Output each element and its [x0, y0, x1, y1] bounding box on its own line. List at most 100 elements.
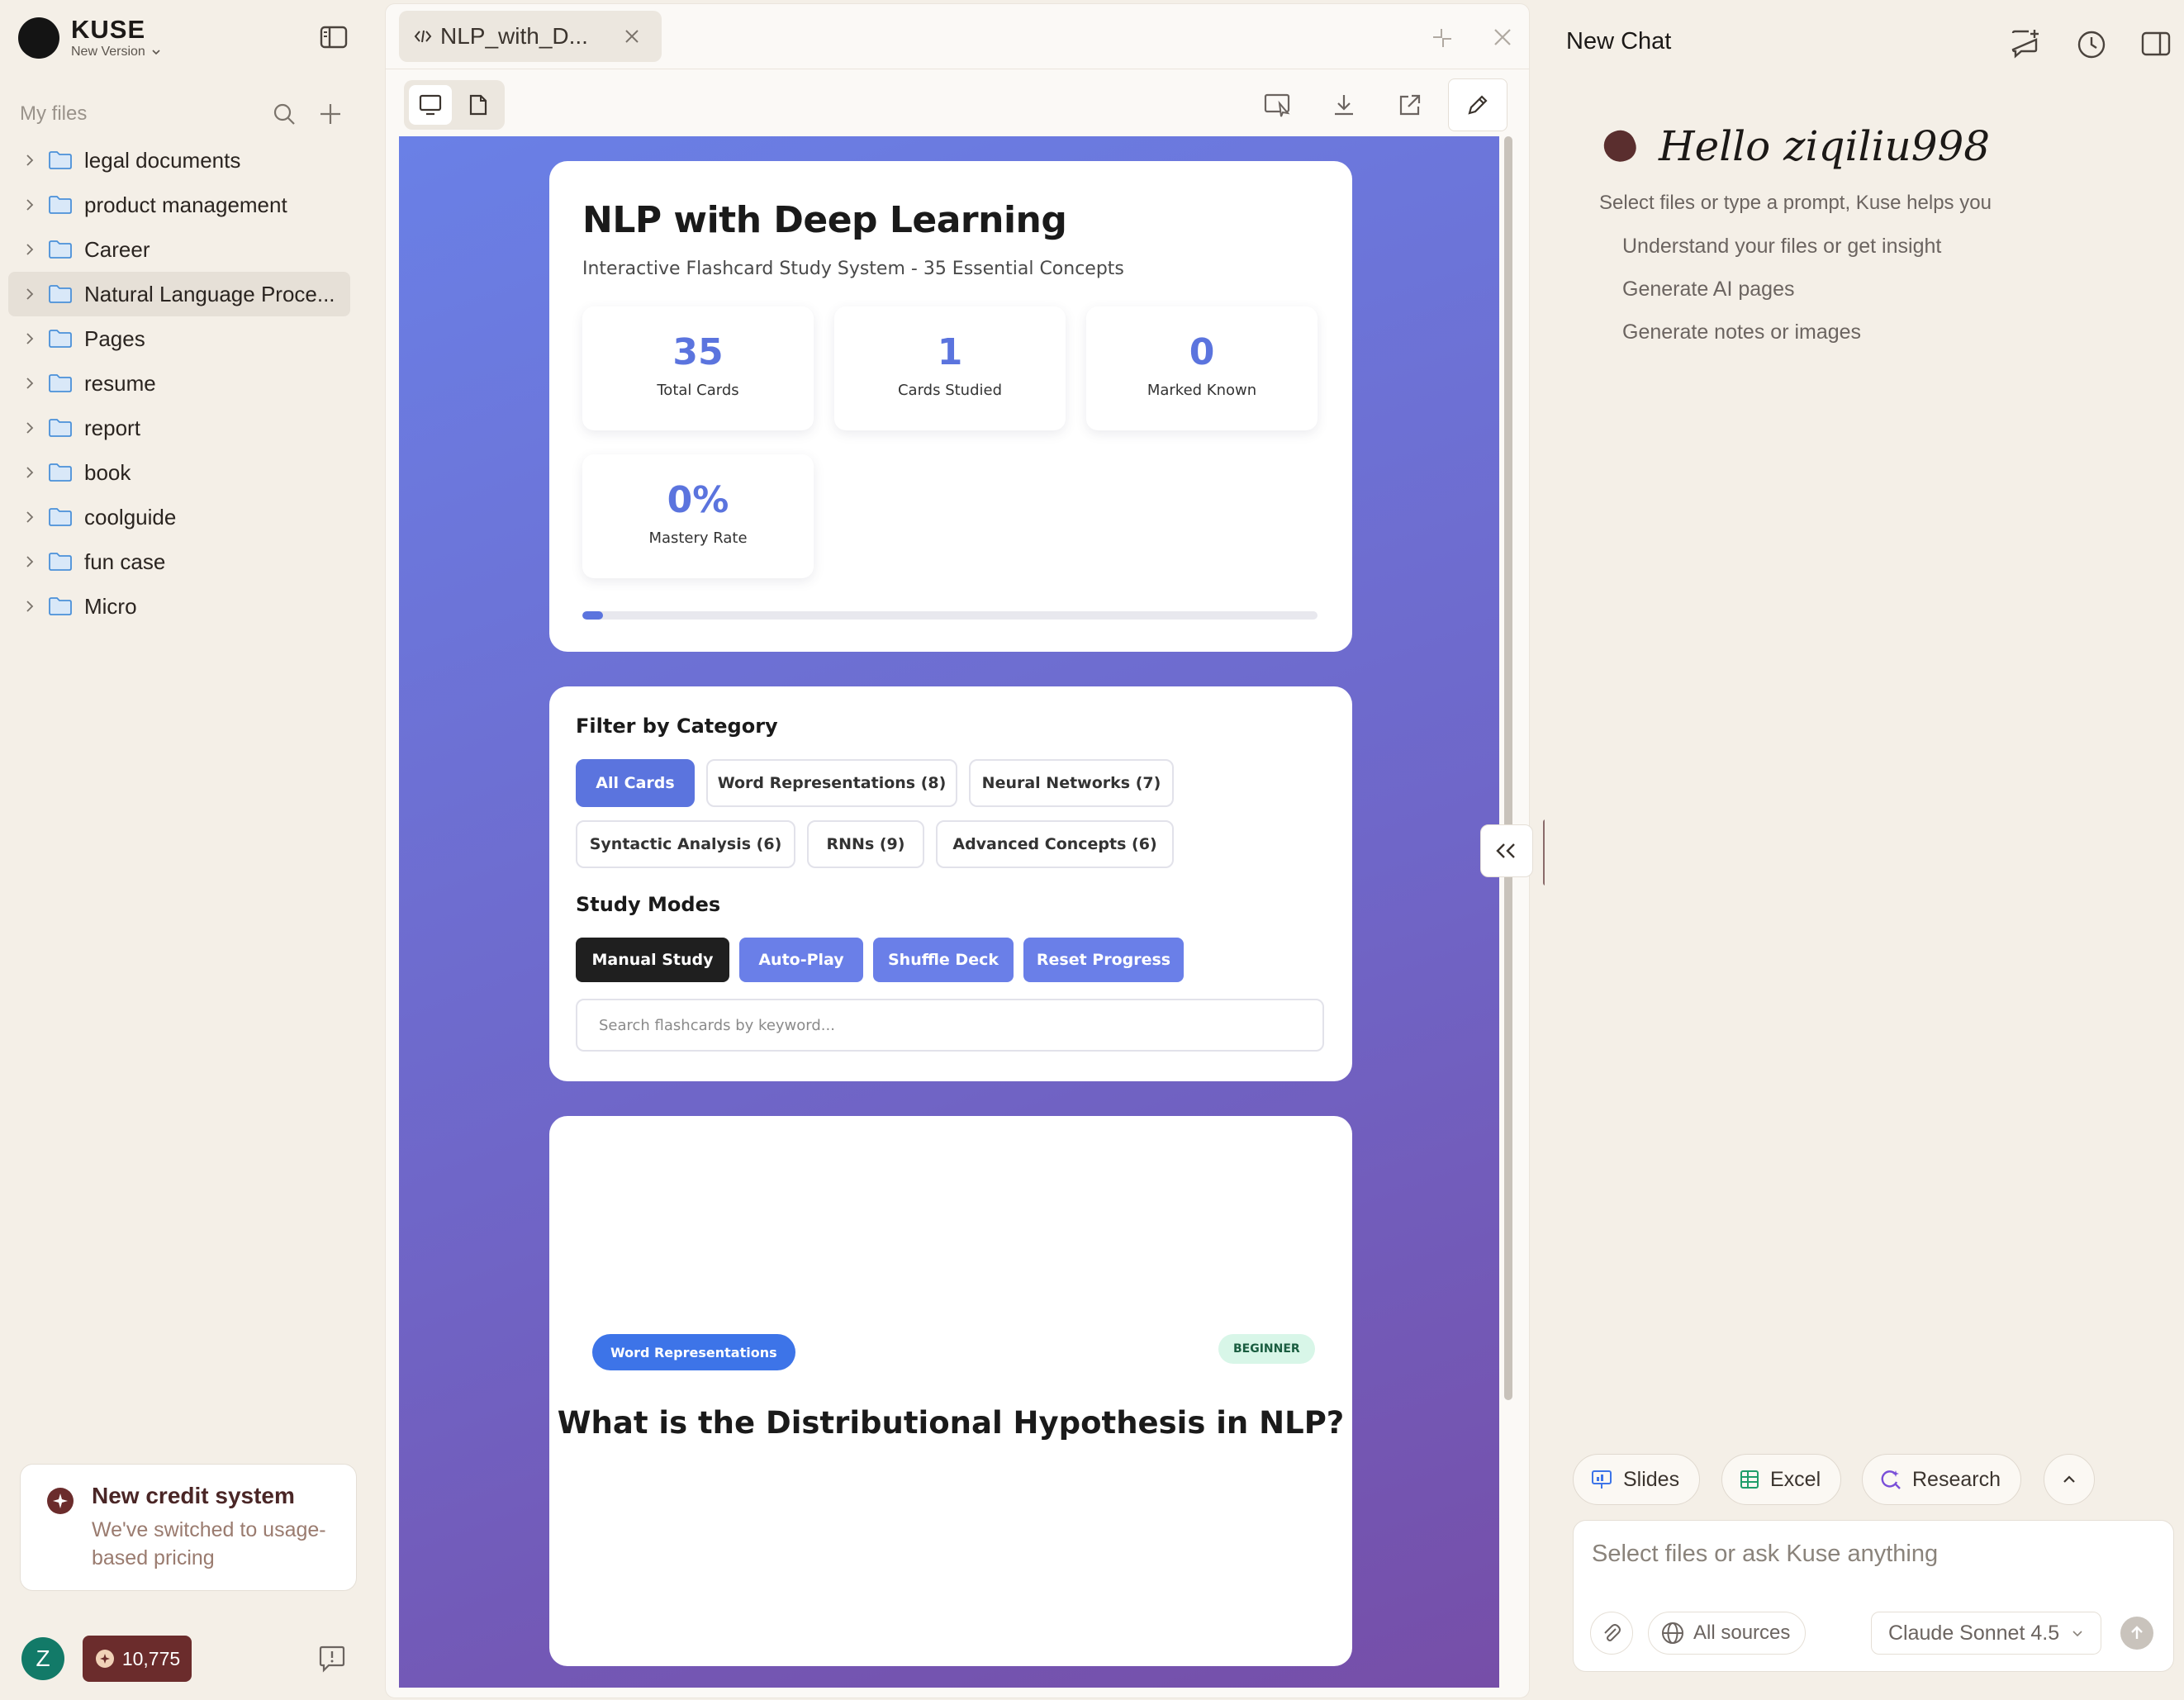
- stat-label: Mastery Rate: [648, 529, 748, 547]
- close-panel-icon[interactable]: [1491, 26, 1514, 49]
- chevron-down-icon: [2072, 1631, 2082, 1637]
- minimize-icon[interactable]: [1430, 26, 1455, 50]
- shuffle-deck-button[interactable]: Shuffle Deck: [873, 938, 1014, 982]
- model-selector[interactable]: Claude Sonnet 4.5: [1871, 1612, 2102, 1655]
- select-element-icon[interactable]: [1260, 87, 1296, 123]
- excel-button[interactable]: Excel: [1721, 1454, 1842, 1505]
- credit-icon: [47, 1488, 74, 1514]
- folder-item[interactable]: Career: [8, 227, 350, 272]
- folder-icon: [49, 240, 72, 259]
- feedback-icon[interactable]: [317, 1645, 347, 1674]
- attach-icon[interactable]: [1590, 1612, 1633, 1655]
- sources-selector[interactable]: All sources: [1648, 1612, 1807, 1655]
- study-modes-title: Study Modes: [576, 893, 721, 916]
- desktop-view-icon[interactable]: [409, 85, 452, 125]
- filter-all-cards[interactable]: All Cards: [576, 759, 695, 807]
- folder-item[interactable]: product management: [8, 183, 350, 227]
- history-icon[interactable]: [2075, 28, 2108, 61]
- page-title: NLP with Deep Learning: [582, 199, 1067, 241]
- files-header: My files: [20, 99, 350, 129]
- stat-cards-studied: 1 Cards Studied: [834, 306, 1066, 430]
- new-chat-icon[interactable]: [2009, 28, 2042, 61]
- chevron-right-icon: [26, 244, 34, 255]
- version-selector[interactable]: New Version: [71, 45, 162, 59]
- research-icon: [1881, 1470, 1901, 1489]
- suggestion-notes-images[interactable]: Generate notes or images: [1622, 321, 1861, 344]
- folder-item[interactable]: fun case: [8, 539, 350, 584]
- sources-label: All sources: [1693, 1622, 1791, 1644]
- greeting: Hello ziqiliu998: [1599, 122, 1990, 170]
- close-icon[interactable]: [622, 26, 642, 46]
- flashcard[interactable]: Word Representations BEGINNER What is th…: [549, 1116, 1352, 1666]
- progress-fill: [582, 611, 603, 620]
- credit-notice[interactable]: New credit system We've switched to usag…: [20, 1464, 357, 1591]
- folder-icon: [49, 285, 72, 303]
- panel-toggle-icon[interactable]: [2139, 28, 2172, 61]
- sidebar-toggle-icon[interactable]: [319, 25, 349, 50]
- kuse-mark-icon: [1599, 126, 1640, 167]
- credit-coin-icon: [95, 1650, 114, 1668]
- open-external-icon[interactable]: [1392, 87, 1428, 123]
- folder-item-active[interactable]: Natural Language Proce...: [8, 272, 350, 316]
- folder-item[interactable]: Micro: [8, 584, 350, 629]
- filter-card: Filter by Category All Cards Word Repres…: [549, 686, 1352, 1081]
- chevron-right-icon: [26, 601, 34, 612]
- progress-bar: [582, 611, 1318, 620]
- chevron-right-icon: [26, 467, 34, 478]
- chat-panel: New Chat Hello ziqiliu998 Select files o…: [1545, 0, 2184, 1700]
- flashcard-search-input[interactable]: [576, 999, 1324, 1052]
- chevron-down-icon: [152, 50, 160, 55]
- chevron-right-icon: [26, 378, 34, 389]
- folder-item[interactable]: resume: [8, 361, 350, 406]
- suggestion-ai-pages[interactable]: Generate AI pages: [1622, 278, 1794, 302]
- folder-item[interactable]: Pages: [8, 316, 350, 361]
- add-icon[interactable]: [317, 101, 344, 127]
- folder-item[interactable]: book: [8, 450, 350, 495]
- folder-item[interactable]: coolguide: [8, 495, 350, 539]
- slides-label: Slides: [1623, 1467, 1680, 1491]
- brand-name: KUSE: [71, 15, 146, 44]
- stat-total-cards: 35 Total Cards: [582, 306, 814, 430]
- filter-rnns[interactable]: RNNs (9): [807, 820, 924, 868]
- folder-label: Natural Language Proce...: [84, 281, 335, 306]
- file-tab[interactable]: NLP_with_D...: [399, 11, 662, 62]
- chevron-right-icon: [26, 556, 34, 567]
- document-view-icon[interactable]: [457, 85, 500, 125]
- user-bar: Z 10,775: [21, 1636, 352, 1682]
- edit-icon[interactable]: [1448, 78, 1507, 131]
- folder-item[interactable]: report: [8, 406, 350, 450]
- expand-panel-icon[interactable]: [1480, 824, 1533, 877]
- folder-label: Pages: [84, 325, 145, 351]
- version-label: New Version: [71, 45, 145, 59]
- credits-badge[interactable]: 10,775: [83, 1636, 192, 1682]
- download-icon[interactable]: [1326, 87, 1362, 123]
- folder-item[interactable]: legal documents: [8, 138, 350, 183]
- slides-button[interactable]: Slides: [1573, 1454, 1701, 1505]
- suggestion-understand[interactable]: Understand your files or get insight: [1622, 235, 1941, 259]
- stat-value: 0: [1189, 331, 1215, 373]
- filter-neural-networks[interactable]: Neural Networks (7): [969, 759, 1174, 807]
- manual-study-button[interactable]: Manual Study: [576, 938, 729, 982]
- folder-label: legal documents: [84, 147, 241, 173]
- filter-word-representations[interactable]: Word Representations (8): [706, 759, 957, 807]
- auto-play-button[interactable]: Auto-Play: [739, 938, 863, 982]
- kuse-logo: [18, 17, 59, 59]
- files-title: My files: [20, 102, 88, 125]
- folder-label: resume: [84, 370, 156, 396]
- filter-advanced-concepts[interactable]: Advanced Concepts (6): [936, 820, 1174, 868]
- chevron-right-icon: [26, 199, 34, 211]
- search-icon[interactable]: [271, 101, 297, 127]
- model-label: Claude Sonnet 4.5: [1888, 1621, 2060, 1645]
- chat-input[interactable]: [1592, 1534, 2153, 1574]
- brand[interactable]: KUSE New Version: [18, 17, 162, 59]
- html-preview: NLP with Deep Learning Interactive Flash…: [399, 136, 1499, 1688]
- folder-icon: [49, 374, 72, 392]
- chevron-up-icon[interactable]: [2044, 1454, 2095, 1505]
- send-icon[interactable]: [2120, 1617, 2153, 1650]
- reset-progress-button[interactable]: Reset Progress: [1023, 938, 1184, 982]
- avatar[interactable]: Z: [21, 1637, 64, 1680]
- folder-icon: [49, 463, 72, 482]
- filter-syntactic-analysis[interactable]: Syntactic Analysis (6): [576, 820, 795, 868]
- research-button[interactable]: Research: [1862, 1454, 2021, 1505]
- scrollbar[interactable]: [1504, 136, 1512, 1400]
